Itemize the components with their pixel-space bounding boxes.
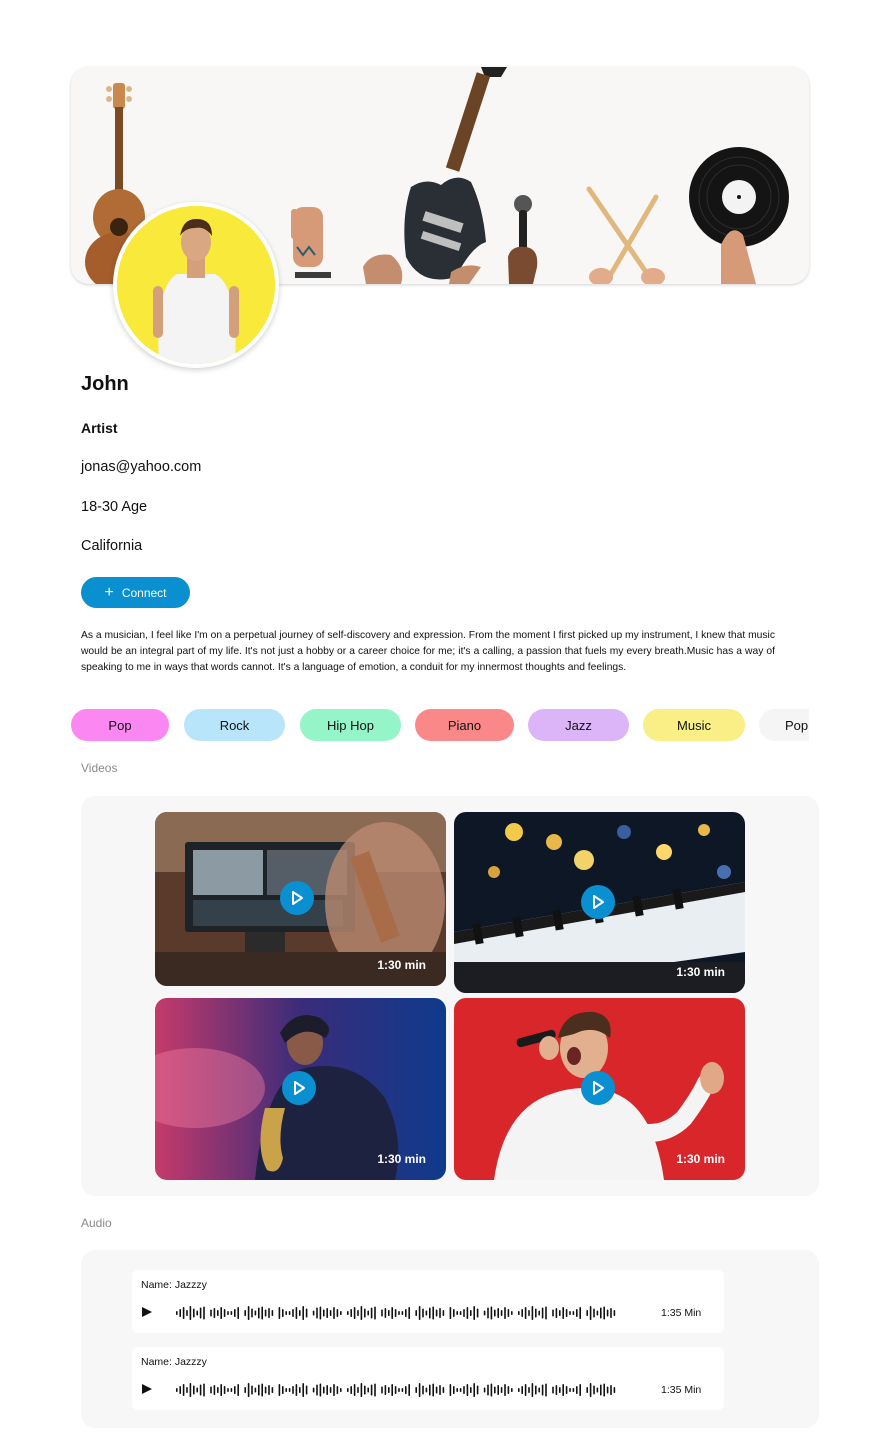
tag-jazz[interactable]: Jazz	[528, 709, 629, 741]
profile-avatar	[113, 202, 279, 368]
video-card[interactable]: 1:30 min	[454, 998, 745, 1180]
profile-location: California	[81, 538, 143, 554]
video-duration: 1:30 min	[377, 1152, 426, 1166]
audio-track-name: Name: Jazzzy	[141, 1279, 207, 1291]
profile-age: 18-30 Age	[81, 499, 148, 515]
vinyl-record-icon	[689, 147, 789, 284]
videos-panel: 1:30 min 1:30 min 1:30 min 1:30 min	[81, 796, 819, 1196]
audio-track-name: Name: Jazzzy	[141, 1356, 207, 1368]
tag-music[interactable]: Music	[643, 709, 745, 741]
profile-name: John	[81, 373, 129, 395]
audio-duration: 1:35 Min	[661, 1384, 702, 1396]
tag-rock[interactable]: Rock	[184, 709, 285, 741]
play-icon[interactable]	[282, 1071, 316, 1105]
genre-tags: Pop Rock Hip Hop Piano Jazz Music Pop	[71, 709, 809, 742]
tag-piano[interactable]: Piano	[415, 709, 514, 741]
play-icon[interactable]	[280, 881, 314, 915]
plus-icon: +	[104, 583, 114, 601]
play-icon[interactable]	[141, 1306, 153, 1318]
video-card[interactable]: 1:30 min	[155, 998, 446, 1180]
waveform	[176, 1306, 616, 1320]
tag-pop-2[interactable]: Pop	[759, 709, 809, 741]
profile-role: Artist	[81, 420, 118, 436]
video-card[interactable]: 1:30 min	[454, 812, 745, 993]
video-duration: 1:30 min	[676, 1152, 725, 1166]
play-icon[interactable]	[141, 1383, 153, 1395]
profile-email: jonas@yahoo.com	[81, 459, 202, 475]
rock-hand-icon	[291, 207, 331, 278]
audio-duration: 1:35 Min	[661, 1307, 702, 1319]
microphone-icon	[508, 195, 538, 284]
tag-pop[interactable]: Pop	[71, 709, 169, 741]
waveform	[176, 1383, 616, 1397]
tag-hip-hop[interactable]: Hip Hop	[300, 709, 401, 741]
play-icon[interactable]	[581, 1071, 615, 1105]
audio-section-label: Audio	[81, 1216, 112, 1230]
audio-track: Name: Jazzzy 1:35 Min	[132, 1270, 724, 1333]
video-card[interactable]: 1:30 min	[155, 812, 446, 986]
drumsticks-icon	[586, 186, 665, 284]
person-photo	[117, 206, 275, 364]
play-icon[interactable]	[581, 885, 615, 919]
audio-track: Name: Jazzzy 1:35 Min	[132, 1347, 724, 1410]
electric-guitar-icon	[363, 67, 507, 284]
video-duration: 1:30 min	[377, 958, 426, 972]
videos-section-label: Videos	[81, 761, 118, 775]
connect-label: Connect	[121, 585, 167, 600]
connect-button[interactable]: + Connect	[81, 577, 190, 608]
video-duration: 1:30 min	[676, 965, 725, 979]
profile-bio: As a musician, I feel like I'm on a perp…	[81, 630, 775, 673]
audio-panel: Name: Jazzzy 1:35 Min Name: Jazzzy 1:35 …	[81, 1250, 819, 1428]
